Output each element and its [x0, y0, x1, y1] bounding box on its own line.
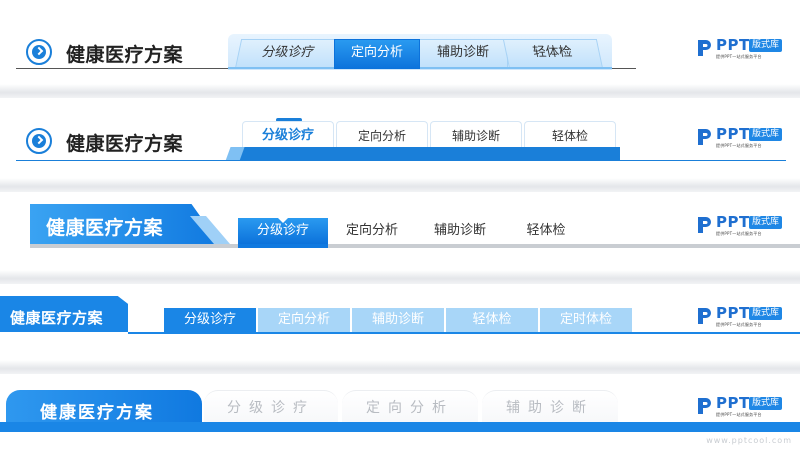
page-title: 健康医疗方案 — [66, 133, 184, 155]
active-tab-pointer — [277, 217, 289, 223]
tab-dingxiang[interactable]: 定向分析 — [334, 39, 420, 69]
header-style-1: 健康医疗方案 分级诊疗 定向分析 辅助诊断 轻体检 PPT 版式库 提供PPT一… — [0, 0, 800, 84]
logo: PPT 版式库 提供PPT一站式服务平台 — [696, 36, 784, 63]
logo-badge: 版式库 — [749, 216, 783, 229]
logo-badge: 版式库 — [749, 307, 783, 320]
tab-fenji[interactable]: 分级诊疗 — [164, 308, 256, 332]
tab-qingtijian[interactable]: 轻体检 — [502, 39, 604, 69]
tab-fenji[interactable]: 分级诊疗 — [242, 121, 334, 147]
section-divider — [0, 360, 800, 374]
logo-tagline: 提供PPT一站式服务平台 — [716, 322, 762, 327]
tab-dingxiang[interactable]: 定向分析 — [330, 218, 414, 244]
logo: PPT 版式库 提供PPT一站式服务平台 — [696, 125, 784, 152]
logo-badge: 版式库 — [749, 397, 783, 410]
chevron-circle-icon — [26, 39, 52, 65]
logo-brand: PPT — [716, 36, 750, 54]
tab-qingtijian[interactable]: 轻体检 — [506, 218, 586, 244]
logo-badge: 版式库 — [749, 39, 783, 52]
header-underline — [16, 160, 786, 161]
section-divider — [0, 270, 800, 284]
logo-tagline: 提供PPT一站式服务平台 — [716, 54, 762, 59]
logo: PPT 版式库 提供PPT一站式服务平台 — [696, 304, 784, 331]
logo-tagline: 提供PPT一站式服务平台 — [716, 143, 762, 148]
tab-dingxiang[interactable]: 定向分析 — [342, 390, 478, 422]
header-style-5: 健康医疗方案 分级诊疗 定向分析 辅助诊断 PPT 版式库 提供PPT一站式服务… — [0, 374, 800, 450]
logo-brand: PPT — [716, 125, 750, 143]
page-title: 健康医疗方案 — [40, 403, 154, 423]
logo-brand: PPT — [716, 213, 750, 231]
header-base-bar — [236, 147, 620, 161]
logo-brand: PPT — [716, 394, 750, 412]
tab-dingshi[interactable]: 定时体检 — [540, 308, 632, 332]
tab-dingxiang[interactable]: 定向分析 — [336, 121, 428, 147]
tab-fenji[interactable]: 分级诊疗 — [234, 39, 342, 69]
p-logo-icon — [698, 398, 711, 414]
logo-tagline: 提供PPT一站式服务平台 — [716, 231, 762, 236]
section-divider — [0, 178, 800, 192]
tab-dingxiang[interactable]: 定向分析 — [258, 308, 350, 332]
header-style-2: 健康医疗方案 分级诊疗 定向分析 辅助诊断 轻体检 PPT 版式库 提供PPT一… — [0, 98, 800, 178]
logo: PPT 版式库 提供PPT一站式服务平台 — [696, 394, 784, 421]
section-divider — [0, 84, 800, 98]
header-underline-blue — [238, 244, 328, 248]
logo: PPT 版式库 提供PPT一站式服务平台 — [696, 213, 784, 240]
p-logo-icon — [698, 129, 711, 145]
header-underline-blue — [228, 67, 612, 69]
chevron-circle-icon — [26, 128, 52, 154]
header-underline — [128, 332, 800, 334]
logo-badge: 版式库 — [749, 128, 783, 141]
tab-fenji[interactable]: 分级诊疗 — [204, 390, 338, 422]
logo-brand: PPT — [716, 304, 750, 322]
header-style-3: 健康医疗方案 分级诊疗 定向分析 辅助诊断 轻体检 PPT 版式库 提供PPT一… — [0, 192, 800, 270]
tab-qingtijian[interactable]: 轻体检 — [446, 308, 538, 332]
page-title: 健康医疗方案 — [66, 44, 184, 66]
tab-fuzhu[interactable]: 辅助诊断 — [418, 39, 508, 69]
page-title: 健康医疗方案 — [10, 309, 104, 327]
tab-fuzhu[interactable]: 辅助诊断 — [352, 308, 444, 332]
header-style-4: 健康医疗方案 分级诊疗 定向分析 辅助诊断 轻体检 定时体检 PPT 版式库 提… — [0, 284, 800, 360]
header-underline — [30, 244, 800, 248]
logo-tagline: 提供PPT一站式服务平台 — [716, 412, 762, 417]
p-logo-icon — [698, 308, 711, 324]
tab-qingtijian[interactable]: 轻体检 — [524, 121, 616, 147]
tab-fuzhu[interactable]: 辅助诊断 — [482, 390, 618, 422]
header-base-bar — [0, 422, 800, 432]
p-logo-icon — [698, 217, 711, 233]
tab-fuzhu[interactable]: 辅助诊断 — [430, 121, 522, 147]
p-logo-icon — [698, 40, 711, 56]
tab-fuzhu[interactable]: 辅助诊断 — [418, 218, 502, 244]
page-title: 健康医疗方案 — [46, 217, 164, 239]
watermark: www.pptcool.com — [706, 436, 792, 445]
